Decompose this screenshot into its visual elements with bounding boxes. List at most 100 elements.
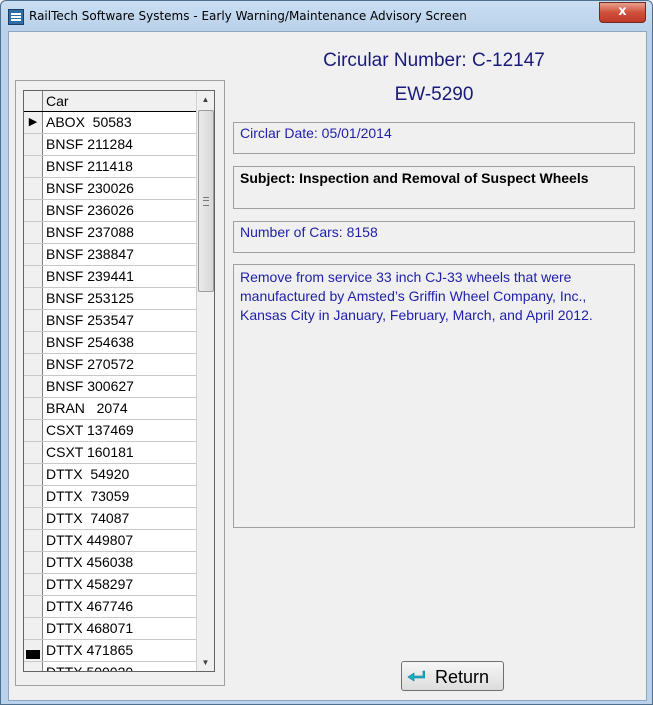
table-row[interactable]: BNSF 236026 <box>24 200 196 222</box>
table-row[interactable]: DTTX 500020 <box>24 662 196 671</box>
app-icon <box>8 9 24 25</box>
row-selector[interactable] <box>24 640 43 661</box>
car-cell[interactable]: DTTX 458297 <box>46 576 133 592</box>
row-selector[interactable] <box>24 530 43 551</box>
row-selector[interactable] <box>24 552 43 573</box>
number-of-cars-field: Number of Cars: 8158 <box>233 221 635 253</box>
table-row[interactable]: BNSF 270572 <box>24 354 196 376</box>
car-cell[interactable]: DTTX 500020 <box>46 664 133 671</box>
table-row[interactable]: DTTX 468071 <box>24 618 196 640</box>
table-row[interactable]: BRAN 2074 <box>24 398 196 420</box>
row-selector[interactable] <box>24 222 43 243</box>
row-selector[interactable] <box>24 266 43 287</box>
table-row[interactable]: CSXT 137469 <box>24 420 196 442</box>
number-of-cars-text: Number of Cars: 8158 <box>240 224 378 240</box>
table-row[interactable]: DTTX 471865 <box>24 640 196 662</box>
row-selector[interactable] <box>24 310 43 331</box>
row-selector[interactable] <box>24 200 43 221</box>
row-selector[interactable] <box>24 442 43 463</box>
app-window: RailTech Software Systems - Early Warnin… <box>0 0 653 705</box>
scroll-up-arrow-icon[interactable]: ▲ <box>197 91 214 108</box>
row-selector[interactable] <box>24 178 43 199</box>
table-row[interactable]: BNSF 230026 <box>24 178 196 200</box>
row-selector[interactable] <box>24 508 43 529</box>
grid-rows: ▶ ABOX 50583 BNSF 211284 BNSF 211418 BNSF 23… <box>24 112 196 671</box>
table-row[interactable]: BNSF 254638 <box>24 332 196 354</box>
row-selector[interactable] <box>24 354 43 375</box>
row-selector[interactable] <box>24 376 43 397</box>
car-cell[interactable]: BNSF 237088 <box>46 224 134 240</box>
table-row[interactable]: DTTX 458297 <box>24 574 196 596</box>
title-bar[interactable]: RailTech Software Systems - Early Warnin… <box>1 1 652 31</box>
row-selector[interactable]: ▶ <box>24 112 43 133</box>
row-indicator-header <box>24 91 43 111</box>
car-cell[interactable]: DTTX 54920 <box>46 466 129 482</box>
table-row[interactable]: BNSF 211418 <box>24 156 196 178</box>
table-row[interactable]: BNSF 238847 <box>24 244 196 266</box>
table-row[interactable]: BNSF 300627 <box>24 376 196 398</box>
table-row[interactable]: DTTX 73059 <box>24 486 196 508</box>
description-field[interactable]: Remove from service 33 inch CJ-33 wheels… <box>233 264 635 528</box>
car-cell[interactable]: BNSF 270572 <box>46 356 134 372</box>
car-cell[interactable]: DTTX 456038 <box>46 554 133 570</box>
car-grid[interactable]: Car ▶ ABOX 50583 BNSF 211284 BNSF 211418 BNS… <box>23 90 215 672</box>
table-row[interactable]: BNSF 253547 <box>24 310 196 332</box>
row-selector[interactable] <box>24 288 43 309</box>
car-cell[interactable]: BNSF 239441 <box>46 268 134 284</box>
scroll-thumb[interactable] <box>198 110 214 292</box>
car-cell[interactable]: DTTX 468071 <box>46 620 133 636</box>
row-selector[interactable] <box>24 464 43 485</box>
car-cell[interactable]: BNSF 253547 <box>46 312 134 328</box>
row-selector[interactable] <box>24 244 43 265</box>
car-cell[interactable]: BNSF 254638 <box>46 334 134 350</box>
table-row[interactable]: ▶ ABOX 50583 <box>24 112 196 134</box>
car-cell[interactable]: DTTX 471865 <box>46 642 133 658</box>
scroll-down-arrow-icon[interactable]: ▼ <box>197 654 214 671</box>
car-cell[interactable]: BNSF 211418 <box>46 158 133 174</box>
table-row[interactable]: DTTX 54920 <box>24 464 196 486</box>
car-cell[interactable]: BNSF 230026 <box>46 180 134 196</box>
row-selector[interactable] <box>24 662 43 671</box>
table-row[interactable]: BNSF 237088 <box>24 222 196 244</box>
grid-vertical-scrollbar[interactable]: ▲ ▼ <box>196 91 214 671</box>
car-cell[interactable]: DTTX 73059 <box>46 488 129 504</box>
close-button[interactable]: x <box>599 2 646 23</box>
car-cell[interactable]: DTTX 467746 <box>46 598 133 614</box>
row-selector[interactable] <box>24 486 43 507</box>
row-selector[interactable] <box>24 618 43 639</box>
table-row[interactable]: DTTX 74087 <box>24 508 196 530</box>
table-row[interactable]: DTTX 467746 <box>24 596 196 618</box>
table-row[interactable]: BNSF 253125 <box>24 288 196 310</box>
return-arrow-icon <box>407 670 425 682</box>
car-cell[interactable]: BNSF 253125 <box>46 290 134 306</box>
row-selector[interactable] <box>24 332 43 353</box>
car-cell[interactable]: BNSF 300627 <box>46 378 134 394</box>
table-row[interactable]: BNSF 211284 <box>24 134 196 156</box>
row-selector[interactable] <box>24 398 43 419</box>
car-cell[interactable]: BRAN 2074 <box>46 400 128 416</box>
car-cell[interactable]: CSXT 137469 <box>46 422 134 438</box>
row-selector[interactable] <box>24 156 43 177</box>
car-cell[interactable]: BNSF 211284 <box>46 136 133 152</box>
car-cell[interactable]: ABOX 50583 <box>46 114 132 130</box>
table-row[interactable]: DTTX 456038 <box>24 552 196 574</box>
car-list-panel: Car ▶ ABOX 50583 BNSF 211284 BNSF 211418 BNS… <box>15 80 225 686</box>
row-selector[interactable] <box>24 420 43 441</box>
return-button[interactable]: Return <box>401 661 504 691</box>
car-cell[interactable]: CSXT 160181 <box>46 444 134 460</box>
table-row[interactable]: DTTX 449807 <box>24 530 196 552</box>
table-row[interactable]: BNSF 239441 <box>24 266 196 288</box>
grid-header: Car <box>24 91 196 112</box>
row-selector[interactable] <box>24 134 43 155</box>
row-selector[interactable] <box>24 596 43 617</box>
car-cell[interactable]: DTTX 74087 <box>46 510 129 526</box>
return-button-label: Return <box>435 667 490 687</box>
car-cell[interactable]: DTTX 449807 <box>46 532 133 548</box>
car-cell[interactable]: BNSF 236026 <box>46 202 134 218</box>
table-row[interactable]: CSXT 160181 <box>24 442 196 464</box>
car-cell[interactable]: BNSF 238847 <box>46 246 134 262</box>
subject-field: Subject: Inspection and Removal of Suspe… <box>233 166 635 209</box>
row-selector[interactable] <box>24 574 43 595</box>
column-header-car[interactable]: Car <box>46 93 69 109</box>
description-text: Remove from service 33 inch CJ-33 wheels… <box>240 269 593 323</box>
